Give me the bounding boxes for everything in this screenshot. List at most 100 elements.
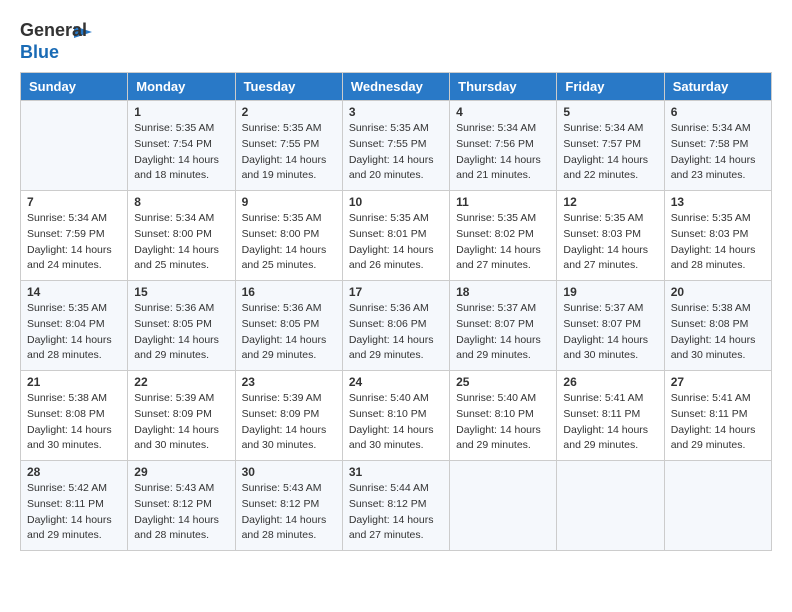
cell-content: Sunrise: 5:35 AM Sunset: 8:00 PM Dayligh… (242, 211, 336, 274)
calendar-cell: 30Sunrise: 5:43 AM Sunset: 8:12 PM Dayli… (235, 461, 342, 551)
cell-content: Sunrise: 5:35 AM Sunset: 8:02 PM Dayligh… (456, 211, 550, 274)
day-number: 20 (671, 285, 765, 299)
cell-content: Sunrise: 5:36 AM Sunset: 8:05 PM Dayligh… (242, 301, 336, 364)
calendar-cell: 5Sunrise: 5:34 AM Sunset: 7:57 PM Daylig… (557, 101, 664, 191)
day-number: 8 (134, 195, 228, 209)
cell-content: Sunrise: 5:43 AM Sunset: 8:12 PM Dayligh… (134, 481, 228, 544)
calendar-body: 1 Sunrise: 5:35 AM Sunset: 7:54 PM Daylig… (21, 101, 772, 551)
cell-content: Sunrise: 5:34 AM Sunset: 7:57 PM Dayligh… (563, 121, 657, 184)
day-number: 29 (134, 465, 228, 479)
cell-content: Sunrise: 5:35 AM Sunset: 7:54 PM Dayligh… (134, 121, 228, 184)
calendar-cell: 24 Sunrise: 5:40 AM Sunset: 8:10 PM Dayli… (342, 371, 449, 461)
day-number: 19 (563, 285, 657, 299)
week-row-4: 21 Sunrise: 5:38 AM Sunset: 8:08 PM Dayli… (21, 371, 772, 461)
calendar-cell: 1 Sunrise: 5:35 AM Sunset: 7:54 PM Daylig… (128, 101, 235, 191)
day-number: 18 (456, 285, 550, 299)
cell-content: Sunrise: 5:36 AM Sunset: 8:05 PM Dayligh… (134, 301, 228, 364)
cell-content: Sunrise: 5:35 AM Sunset: 8:01 PM Dayligh… (349, 211, 443, 274)
column-header-saturday: Saturday (664, 73, 771, 101)
column-header-sunday: Sunday (21, 73, 128, 101)
calendar-cell: 12 Sunrise: 5:35 AM Sunset: 8:03 PM Dayli… (557, 191, 664, 281)
calendar-cell: 7 Sunrise: 5:34 AM Sunset: 7:59 PM Daylig… (21, 191, 128, 281)
day-number: 3 (349, 105, 443, 119)
column-header-monday: Monday (128, 73, 235, 101)
logo-container: General Blue (20, 20, 94, 62)
day-number: 16 (242, 285, 336, 299)
day-number: 13 (671, 195, 765, 209)
column-header-friday: Friday (557, 73, 664, 101)
day-number: 10 (349, 195, 443, 209)
calendar-cell: 6 Sunrise: 5:34 AM Sunset: 7:58 PM Daylig… (664, 101, 771, 191)
header-row: SundayMondayTuesdayWednesdayThursdayFrid… (21, 73, 772, 101)
calendar-cell: 16 Sunrise: 5:36 AM Sunset: 8:05 PM Dayli… (235, 281, 342, 371)
day-number: 9 (242, 195, 336, 209)
calendar-cell: 22Sunrise: 5:39 AM Sunset: 8:09 PM Dayli… (128, 371, 235, 461)
calendar-cell: 2Sunrise: 5:35 AM Sunset: 7:55 PM Daylig… (235, 101, 342, 191)
week-row-3: 14Sunrise: 5:35 AM Sunset: 8:04 PM Dayli… (21, 281, 772, 371)
cell-content: Sunrise: 5:35 AM Sunset: 8:03 PM Dayligh… (671, 211, 765, 274)
calendar-cell: 15Sunrise: 5:36 AM Sunset: 8:05 PM Dayli… (128, 281, 235, 371)
calendar-cell: 4 Sunrise: 5:34 AM Sunset: 7:56 PM Daylig… (450, 101, 557, 191)
cell-content: Sunrise: 5:38 AM Sunset: 8:08 PM Dayligh… (27, 391, 121, 454)
calendar-table: SundayMondayTuesdayWednesdayThursdayFrid… (20, 72, 772, 551)
calendar-cell (664, 461, 771, 551)
column-header-tuesday: Tuesday (235, 73, 342, 101)
day-number: 23 (242, 375, 336, 389)
day-number: 24 (349, 375, 443, 389)
cell-content: Sunrise: 5:41 AM Sunset: 8:11 PM Dayligh… (563, 391, 657, 454)
cell-content: Sunrise: 5:37 AM Sunset: 8:07 PM Dayligh… (456, 301, 550, 364)
calendar-cell: 26 Sunrise: 5:41 AM Sunset: 8:11 PM Dayli… (557, 371, 664, 461)
calendar-cell (21, 101, 128, 191)
calendar-cell (557, 461, 664, 551)
week-row-2: 7 Sunrise: 5:34 AM Sunset: 7:59 PM Daylig… (21, 191, 772, 281)
day-number: 12 (563, 195, 657, 209)
day-number: 21 (27, 375, 121, 389)
day-number: 6 (671, 105, 765, 119)
calendar-cell: 13 Sunrise: 5:35 AM Sunset: 8:03 PM Dayli… (664, 191, 771, 281)
cell-content: Sunrise: 5:34 AM Sunset: 7:58 PM Dayligh… (671, 121, 765, 184)
calendar-cell: 10 Sunrise: 5:35 AM Sunset: 8:01 PM Dayli… (342, 191, 449, 281)
calendar-cell: 28 Sunrise: 5:42 AM Sunset: 8:11 PM Dayli… (21, 461, 128, 551)
cell-content: Sunrise: 5:42 AM Sunset: 8:11 PM Dayligh… (27, 481, 121, 544)
calendar-cell: 11 Sunrise: 5:35 AM Sunset: 8:02 PM Dayli… (450, 191, 557, 281)
cell-content: Sunrise: 5:34 AM Sunset: 7:56 PM Dayligh… (456, 121, 550, 184)
calendar-cell: 31Sunrise: 5:44 AM Sunset: 8:12 PM Dayli… (342, 461, 449, 551)
cell-content: Sunrise: 5:35 AM Sunset: 7:55 PM Dayligh… (349, 121, 443, 184)
calendar-cell: 23 Sunrise: 5:39 AM Sunset: 8:09 PM Dayli… (235, 371, 342, 461)
day-number: 17 (349, 285, 443, 299)
day-number: 28 (27, 465, 121, 479)
column-header-wednesday: Wednesday (342, 73, 449, 101)
cell-content: Sunrise: 5:34 AM Sunset: 7:59 PM Dayligh… (27, 211, 121, 274)
logo-text-blue: Blue (20, 42, 70, 64)
column-header-thursday: Thursday (450, 73, 557, 101)
cell-content: Sunrise: 5:39 AM Sunset: 8:09 PM Dayligh… (134, 391, 228, 454)
cell-content: Sunrise: 5:44 AM Sunset: 8:12 PM Dayligh… (349, 481, 443, 544)
logo-graphic: General Blue (20, 20, 70, 62)
cell-content: Sunrise: 5:35 AM Sunset: 8:03 PM Dayligh… (563, 211, 657, 274)
week-row-1: 1 Sunrise: 5:35 AM Sunset: 7:54 PM Daylig… (21, 101, 772, 191)
day-number: 7 (27, 195, 121, 209)
day-number: 11 (456, 195, 550, 209)
cell-content: Sunrise: 5:36 AM Sunset: 8:06 PM Dayligh… (349, 301, 443, 364)
calendar-cell: 17 Sunrise: 5:36 AM Sunset: 8:06 PM Dayli… (342, 281, 449, 371)
cell-content: Sunrise: 5:38 AM Sunset: 8:08 PM Dayligh… (671, 301, 765, 364)
cell-content: Sunrise: 5:40 AM Sunset: 8:10 PM Dayligh… (349, 391, 443, 454)
page-header: General Blue (20, 20, 772, 62)
calendar-cell: 3 Sunrise: 5:35 AM Sunset: 7:55 PM Daylig… (342, 101, 449, 191)
calendar-cell: 29 Sunrise: 5:43 AM Sunset: 8:12 PM Dayli… (128, 461, 235, 551)
week-row-5: 28 Sunrise: 5:42 AM Sunset: 8:11 PM Dayli… (21, 461, 772, 551)
cell-content: Sunrise: 5:39 AM Sunset: 8:09 PM Dayligh… (242, 391, 336, 454)
day-number: 4 (456, 105, 550, 119)
calendar-cell: 19 Sunrise: 5:37 AM Sunset: 8:07 PM Dayli… (557, 281, 664, 371)
day-number: 26 (563, 375, 657, 389)
calendar-cell (450, 461, 557, 551)
logo: General Blue (20, 20, 94, 62)
calendar-cell: 9 Sunrise: 5:35 AM Sunset: 8:00 PM Daylig… (235, 191, 342, 281)
calendar-header: SundayMondayTuesdayWednesdayThursdayFrid… (21, 73, 772, 101)
day-number: 30 (242, 465, 336, 479)
cell-content: Sunrise: 5:41 AM Sunset: 8:11 PM Dayligh… (671, 391, 765, 454)
cell-content: Sunrise: 5:37 AM Sunset: 8:07 PM Dayligh… (563, 301, 657, 364)
logo-text-general: General (20, 20, 70, 42)
calendar-cell: 20 Sunrise: 5:38 AM Sunset: 8:08 PM Dayli… (664, 281, 771, 371)
day-number: 1 (134, 105, 228, 119)
